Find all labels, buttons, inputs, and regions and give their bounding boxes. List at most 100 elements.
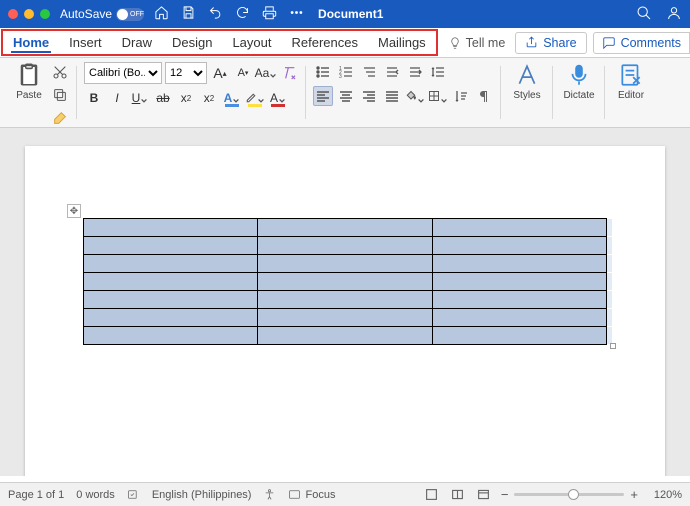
font-size-combo[interactable]: 12 <box>165 62 207 84</box>
table-cell[interactable] <box>432 273 606 291</box>
table-cell[interactable] <box>258 219 432 237</box>
page-number[interactable]: Page 1 of 1 <box>8 489 64 501</box>
editor-button[interactable]: Editor <box>612 62 650 101</box>
multilevel-list-button[interactable] <box>359 62 379 82</box>
copy-button[interactable] <box>50 85 70 105</box>
justify-button[interactable] <box>382 86 402 106</box>
align-right-button[interactable] <box>359 86 379 106</box>
table-row[interactable] <box>84 327 607 345</box>
undo-icon[interactable] <box>208 5 223 23</box>
bold-button[interactable]: B <box>84 88 104 108</box>
table[interactable] <box>83 218 607 345</box>
italic-button[interactable]: I <box>107 88 127 108</box>
shrink-font-button[interactable]: A▾ <box>233 63 253 83</box>
table-cell[interactable] <box>84 237 258 255</box>
table-cell[interactable] <box>432 291 606 309</box>
spellcheck-icon[interactable] <box>127 488 140 501</box>
tell-me[interactable]: Tell me <box>448 36 506 50</box>
account-icon[interactable] <box>666 5 682 24</box>
share-button[interactable]: Share <box>515 32 586 54</box>
table-row[interactable] <box>84 219 607 237</box>
comments-button[interactable]: Comments <box>593 32 690 54</box>
zoom-minus-icon[interactable]: − <box>501 487 509 502</box>
tab-layout[interactable]: Layout <box>222 31 281 54</box>
dictate-button[interactable]: Dictate <box>560 62 598 101</box>
zoom-plus-icon[interactable]: + <box>630 487 638 502</box>
bullets-button[interactable] <box>313 62 333 82</box>
text-effects-button[interactable]: A <box>222 88 242 108</box>
accessibility-icon[interactable] <box>263 488 276 501</box>
underline-button[interactable]: U <box>130 88 150 108</box>
table-cell[interactable] <box>84 273 258 291</box>
table-row[interactable] <box>84 309 607 327</box>
tab-home[interactable]: Home <box>3 31 59 54</box>
show-marks-button[interactable] <box>474 86 494 106</box>
autosave-toggle[interactable]: AutoSave OFF <box>60 7 144 21</box>
subscript-button[interactable]: x2 <box>176 88 196 108</box>
read-view-icon[interactable] <box>447 485 469 505</box>
autosave-switch[interactable]: OFF <box>116 8 144 21</box>
cut-button[interactable] <box>50 62 70 82</box>
table-cell[interactable] <box>84 255 258 273</box>
numbering-button[interactable]: 123 <box>336 62 356 82</box>
borders-button[interactable] <box>428 86 448 106</box>
zoom-level[interactable]: 120% <box>644 489 682 501</box>
table-cell[interactable] <box>258 327 432 345</box>
table-move-handle[interactable]: ✥ <box>67 204 81 218</box>
focus-mode[interactable]: Focus <box>288 488 335 501</box>
tab-draw[interactable]: Draw <box>112 31 162 54</box>
styles-button[interactable]: Styles <box>508 62 546 101</box>
superscript-button[interactable]: x2 <box>199 88 219 108</box>
highlight-button[interactable] <box>245 88 265 108</box>
table-cell[interactable] <box>258 309 432 327</box>
table-cell[interactable] <box>432 237 606 255</box>
align-left-button[interactable] <box>313 86 333 106</box>
sort-button[interactable] <box>451 86 471 106</box>
print-icon[interactable] <box>262 5 277 23</box>
resize-handle-icon[interactable] <box>610 343 616 349</box>
document-canvas[interactable]: ✥ <box>0 128 690 476</box>
font-name-combo[interactable]: Calibri (Bo... <box>84 62 162 84</box>
table-row[interactable] <box>84 237 607 255</box>
table-cell[interactable] <box>432 219 606 237</box>
word-count[interactable]: 0 words <box>76 489 115 501</box>
table-cell[interactable] <box>432 327 606 345</box>
table-cell[interactable] <box>84 291 258 309</box>
print-layout-view-icon[interactable] <box>421 485 443 505</box>
table-cell[interactable] <box>432 255 606 273</box>
change-case-button[interactable]: Aa <box>256 63 276 83</box>
table-cell[interactable] <box>84 219 258 237</box>
paste-button[interactable]: Paste <box>10 62 48 128</box>
table-cell[interactable] <box>84 327 258 345</box>
more-icon[interactable] <box>289 5 304 23</box>
table-cell[interactable] <box>84 309 258 327</box>
maximize-window-dot[interactable] <box>40 9 50 19</box>
table-cell[interactable] <box>258 237 432 255</box>
table-cell[interactable] <box>258 291 432 309</box>
align-center-button[interactable] <box>336 86 356 106</box>
strikethrough-button[interactable]: ab <box>153 88 173 108</box>
minimize-window-dot[interactable] <box>24 9 34 19</box>
save-icon[interactable] <box>181 5 196 23</box>
clear-formatting-button[interactable] <box>279 63 299 83</box>
close-window-dot[interactable] <box>8 9 18 19</box>
table-row[interactable] <box>84 291 607 309</box>
table-row[interactable] <box>84 255 607 273</box>
tab-references[interactable]: References <box>282 31 368 54</box>
web-layout-view-icon[interactable] <box>473 485 495 505</box>
font-color-button[interactable]: A <box>268 88 288 108</box>
line-spacing-button[interactable] <box>428 62 448 82</box>
tab-insert[interactable]: Insert <box>59 31 112 54</box>
format-painter-button[interactable] <box>50 108 70 128</box>
language-status[interactable]: English (Philippines) <box>152 489 252 501</box>
table-cell[interactable] <box>258 255 432 273</box>
redo-icon[interactable] <box>235 5 250 23</box>
table-row[interactable] <box>84 273 607 291</box>
zoom-slider[interactable] <box>514 493 624 496</box>
tab-mailings[interactable]: Mailings <box>368 31 436 54</box>
increase-indent-button[interactable] <box>405 62 425 82</box>
tab-design[interactable]: Design <box>162 31 222 54</box>
table-cell[interactable] <box>258 273 432 291</box>
table-cell[interactable] <box>432 309 606 327</box>
decrease-indent-button[interactable] <box>382 62 402 82</box>
